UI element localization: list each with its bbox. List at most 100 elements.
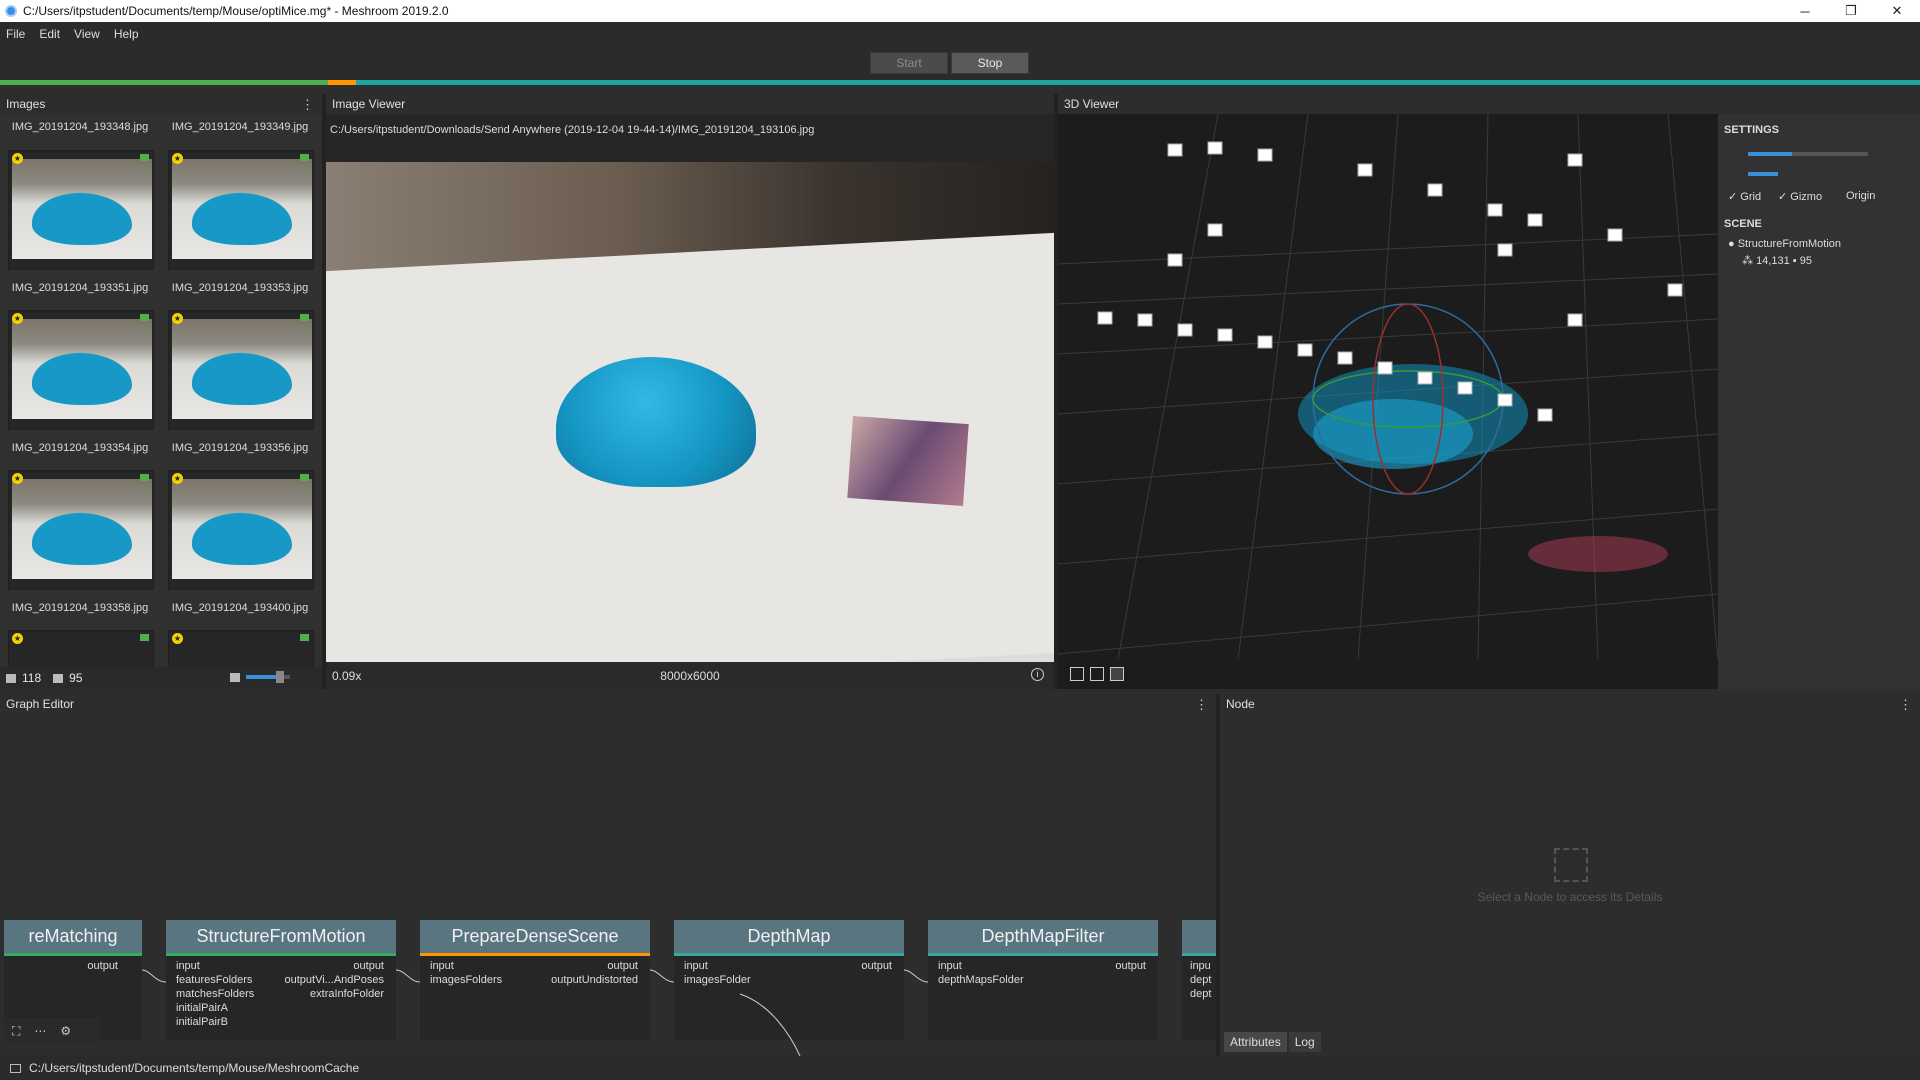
- 3d-viewer[interactable]: [1058, 114, 1718, 689]
- single-view-icon[interactable]: [1070, 667, 1084, 681]
- title-bar: C:/Users/itpstudent/Documents/temp/Mouse…: [0, 0, 1920, 22]
- images-footer: 118 95: [0, 667, 322, 689]
- node-meshing[interactable]: inpu dept dept: [1182, 920, 1216, 1040]
- close-icon[interactable]: ✕: [1874, 0, 1920, 22]
- image-name: IMG_20191204_193400.jpg: [171, 602, 309, 614]
- graph-editor[interactable]: reMatching output StructureFromMotion in…: [0, 714, 1216, 1056]
- input-attr: input: [684, 960, 708, 972]
- image-thumbnail[interactable]: ★: [168, 150, 314, 270]
- progress-done: [0, 80, 328, 85]
- gear-icon[interactable]: ⚙: [60, 1024, 71, 1038]
- folder-icon: [10, 1063, 21, 1073]
- node-title: PrepareDenseScene: [420, 920, 650, 956]
- star-icon: ★: [12, 313, 23, 324]
- camera-icon: [140, 634, 149, 641]
- node-depthmap[interactable]: DepthMap input imagesFolder output: [674, 920, 904, 1040]
- scene-camera-count: 95: [1799, 255, 1812, 267]
- scene-item-label: StructureFromMotion: [1737, 238, 1842, 250]
- gizmo-toggle[interactable]: ✓ Gizmo: [1778, 190, 1822, 203]
- input-attr: featuresFolders: [176, 974, 253, 986]
- thumbnail-size-slider[interactable]: [246, 671, 290, 683]
- image-name: IMG_20191204_193349.jpg: [171, 121, 309, 133]
- minimize-icon[interactable]: ─: [1782, 0, 1828, 22]
- cache-path: C:/Users/itpstudent/Documents/temp/Mouse…: [29, 1061, 360, 1075]
- progress-pending: [356, 80, 1920, 85]
- settings-title: SETTINGS: [1724, 124, 1780, 136]
- menu-edit[interactable]: Edit: [39, 27, 60, 41]
- image-thumbnail[interactable]: ★: [8, 470, 154, 590]
- star-icon: ★: [12, 153, 23, 164]
- restore-icon[interactable]: ❐: [1828, 0, 1874, 22]
- image-viewer: C:/Users/itpstudent/Downloads/Send Anywh…: [326, 114, 1054, 689]
- graph-editor-header: Graph Editor ⋮: [0, 694, 1216, 714]
- images-menu-icon[interactable]: ⋮: [301, 97, 314, 113]
- image-name: IMG_20191204_193351.jpg: [11, 282, 149, 294]
- camera-icon: [140, 154, 149, 161]
- image-thumbnail[interactable]: ★: [168, 470, 314, 590]
- tab-attributes[interactable]: Attributes: [1224, 1032, 1287, 1052]
- node-structurefrommotion[interactable]: StructureFromMotion input featuresFolder…: [166, 920, 396, 1040]
- 3d-viewer-title: 3D Viewer: [1064, 97, 1120, 111]
- output-attr: output: [87, 960, 118, 972]
- node-panel: Select a Node to access its Details Attr…: [1220, 714, 1920, 1056]
- point-count: 14,131: [1756, 255, 1790, 267]
- input-attr: initialPairB: [176, 1016, 228, 1028]
- input-attr: imagesFolder: [684, 974, 751, 986]
- menu-file[interactable]: File: [6, 27, 25, 41]
- scene-item[interactable]: ● StructureFromMotion: [1728, 238, 1841, 250]
- image-thumbnail[interactable]: ★: [168, 630, 314, 670]
- node-title: DepthMap: [674, 920, 904, 956]
- more-icon[interactable]: ⋯: [34, 1024, 46, 1038]
- wireframe-icon[interactable]: [1110, 667, 1124, 681]
- star-icon: ★: [172, 313, 183, 324]
- meshroom-app-icon: [5, 5, 17, 17]
- node-title: [1182, 920, 1216, 956]
- start-button[interactable]: Start: [870, 52, 948, 74]
- grid-view-icon[interactable]: [1090, 667, 1104, 681]
- menu-view[interactable]: View: [74, 27, 100, 41]
- image-thumbnail[interactable]: ★: [168, 310, 314, 430]
- input-attr: imagesFolders: [430, 974, 503, 986]
- fit-view-icon[interactable]: ⛶: [12, 1024, 20, 1039]
- menu-help[interactable]: Help: [114, 27, 139, 41]
- splitter[interactable]: [322, 94, 326, 689]
- graph-editor-title: Graph Editor: [6, 697, 75, 711]
- image-thumbnail[interactable]: ★: [8, 150, 154, 270]
- tab-log[interactable]: Log: [1288, 1032, 1321, 1052]
- origin-toggle[interactable]: Origin: [1846, 190, 1875, 202]
- image-preview[interactable]: [326, 162, 1054, 662]
- splitter[interactable]: [1054, 94, 1058, 689]
- node-panel-title: Node: [1226, 697, 1255, 711]
- graph-menu-icon[interactable]: ⋮: [1195, 697, 1208, 713]
- star-icon: ★: [172, 633, 183, 644]
- images-panel: IMG_20191204_193348.jpg IMG_20191204_193…: [0, 114, 322, 689]
- image-thumbnail[interactable]: ★: [8, 310, 154, 430]
- splitter[interactable]: [1216, 694, 1220, 1056]
- grid-toggle[interactable]: ✓ Grid: [1728, 190, 1761, 203]
- image-name: IMG_20191204_193358.jpg: [11, 602, 149, 614]
- image-name: IMG_20191204_193356.jpg: [171, 442, 309, 454]
- point-size-slider[interactable]: [1748, 152, 1868, 156]
- camera-icon: [300, 154, 309, 161]
- node-preparedensescene[interactable]: PrepareDenseScene input imagesFolders ou…: [420, 920, 650, 1040]
- stop-button[interactable]: Stop: [951, 52, 1029, 74]
- info-icon[interactable]: i: [1031, 668, 1044, 681]
- input-attr: input: [176, 960, 200, 972]
- image-thumbnail[interactable]: ★: [8, 630, 154, 670]
- grid-label: Grid: [1740, 191, 1762, 203]
- node-panel-menu-icon[interactable]: ⋮: [1899, 697, 1912, 713]
- 3d-viewer-footer: [1058, 660, 1718, 689]
- output-attr: output: [607, 960, 638, 972]
- image-resolution: 8000x6000: [660, 669, 720, 683]
- images-panel-header: Images ⋮: [0, 94, 322, 114]
- image-viewer-title: Image Viewer: [332, 97, 406, 111]
- node-panel-header: Node ⋮: [1220, 694, 1920, 714]
- camera-scale-slider[interactable]: [1748, 172, 1778, 176]
- toolbar: Start Stop: [0, 46, 1920, 80]
- graph-toolbar: ⛶ ⋯ ⚙: [4, 1018, 100, 1044]
- input-attr: depthMapsFolder: [938, 974, 1024, 986]
- star-icon: ★: [12, 633, 23, 644]
- node-depthmapfilter[interactable]: DepthMapFilter input depthMapsFolder out…: [928, 920, 1158, 1040]
- camera-icon: [140, 314, 149, 321]
- image-count-icon: [6, 673, 16, 683]
